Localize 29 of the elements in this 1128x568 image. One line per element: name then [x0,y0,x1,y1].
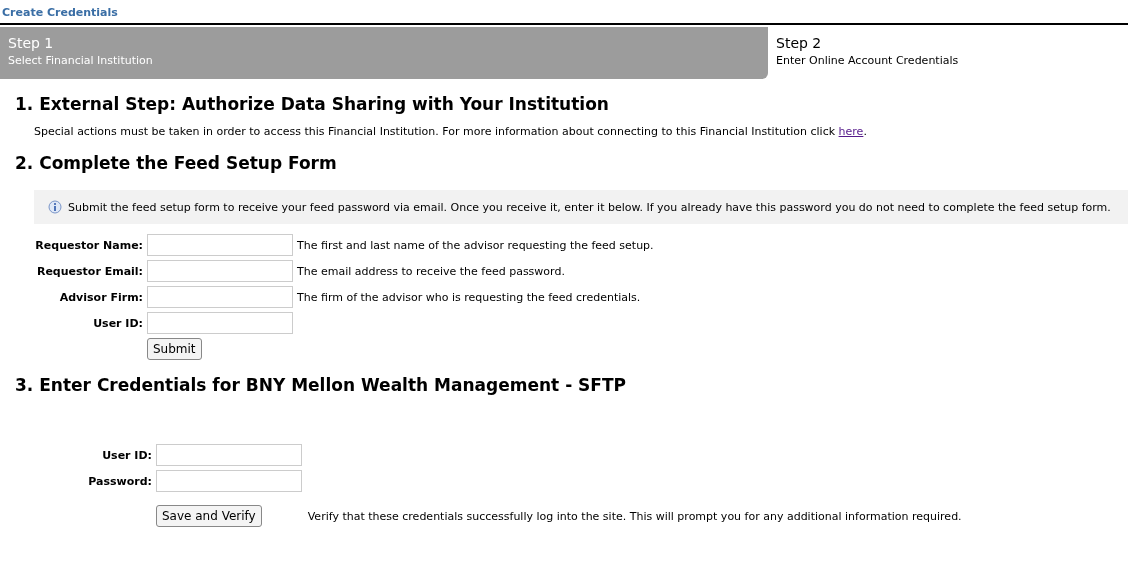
submit-button[interactable]: Submit [147,338,202,360]
step-subtitle: Select Financial Institution [8,54,153,67]
field-label: User ID: [93,316,143,330]
section-heading: 3. Enter Credentials for BNY Mellon Wealth Management - SFTP [14,374,626,395]
input-field[interactable] [147,234,293,256]
page-title: Create Credentials [0,0,1128,25]
save-and-verify-button[interactable]: Save and Verify [156,505,262,527]
step-title: Step 2 [776,35,822,51]
field-label: Password: [88,474,152,488]
info-icon [48,200,62,214]
input-field[interactable] [156,444,302,466]
section-heading: 1. External Step: Authorize Data Sharing with Your Institution [14,93,609,114]
field-hint: The email address to receive the feed password. [297,264,565,278]
input-field[interactable] [156,470,302,492]
step-subtitle: Enter Online Account Credentials [776,54,959,67]
field-label: Advisor Firm: [59,290,143,304]
input-field[interactable] [147,286,293,308]
section-heading: 2. Complete the Feed Setup Form [14,152,337,173]
input-field[interactable] [147,260,293,282]
step-title: Step 1 [8,35,54,51]
field-label: Requestor Email: [36,264,143,278]
field-hint: The first and last name of the advisor requesting the feed setup. [297,238,654,252]
section-text: Special actions must be taken in order to access this Financial Institution. For more information about connecting to this Financial Institution click here. [34,125,867,138]
info-text: Submit the feed setup form to receive your feed password via email. Once you receive it, enter it below. If you already have this password you do not need to complete the feed setup form. [68,200,1111,214]
button-note: Verify that these credentials successfully log into the site. This will prompt you for any additional information required. [307,509,962,523]
field-hint: The firm of the advisor who is requesting the feed credentials. [297,290,641,304]
field-label: User ID: [102,448,152,462]
input-field[interactable] [147,312,293,334]
field-label: Requestor Name: [35,238,143,252]
